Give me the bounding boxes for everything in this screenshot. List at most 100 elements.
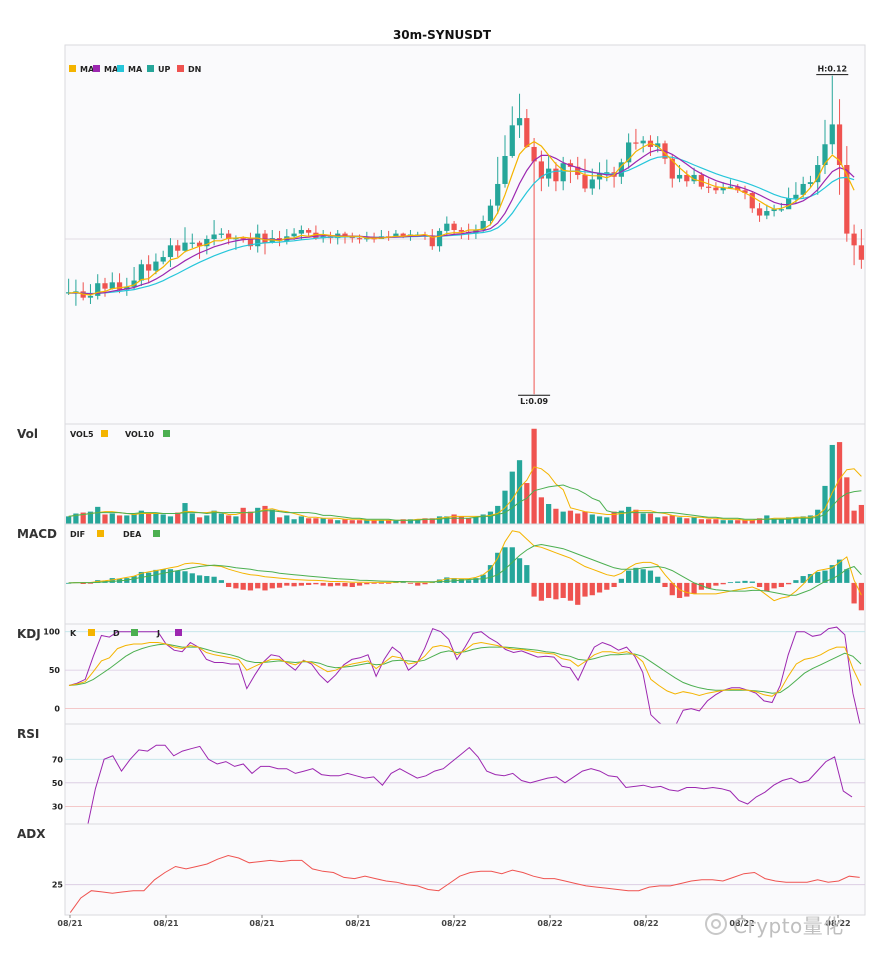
macd-histogram-bar — [793, 580, 799, 583]
macd-histogram-bar — [364, 582, 370, 585]
rsi-panel-frame — [64, 723, 866, 825]
macd-histogram-bar — [255, 582, 261, 589]
macd-histogram-bar — [378, 582, 384, 584]
macd-histogram-bar — [175, 570, 181, 583]
macd-histogram-bar — [684, 582, 690, 597]
macd-legend-swatch — [153, 530, 160, 537]
watermark: Crypto量化 — [705, 910, 844, 939]
macd-histogram-bar — [604, 582, 610, 590]
candle-body — [516, 118, 523, 126]
macd-histogram-bar — [218, 580, 224, 583]
candle-body — [87, 295, 94, 298]
macd-histogram-bar — [509, 547, 515, 583]
macd-histogram-bar — [306, 582, 312, 585]
macd-histogram-bar — [342, 582, 348, 587]
macd-histogram-bar — [735, 581, 741, 583]
macd-histogram-bar — [618, 578, 624, 583]
volume-bar — [371, 520, 377, 524]
volume-bar — [764, 515, 770, 524]
macd-legend-label: DIF — [70, 530, 85, 539]
volume-bar — [160, 514, 166, 524]
volume-bar — [604, 517, 610, 524]
volume-bar — [553, 508, 559, 524]
macd-histogram-bar — [146, 572, 152, 583]
x-tick-label: 08/21 — [153, 919, 179, 928]
candle-body — [633, 142, 639, 144]
macd-histogram-bar — [444, 577, 450, 583]
rsi-tick-label: 30 — [52, 802, 64, 811]
macd-histogram-bar — [160, 569, 166, 583]
macd-histogram-bar — [786, 582, 792, 585]
candle-body — [764, 211, 770, 216]
macd-histogram-bar — [276, 582, 283, 588]
candle-body — [509, 125, 515, 156]
x-tick-label: 08/22 — [633, 919, 658, 928]
macd-histogram-bar — [407, 582, 414, 584]
macd-histogram-bar — [771, 582, 777, 589]
macd-histogram-bar — [611, 582, 617, 588]
vol-legend-swatch — [163, 430, 170, 437]
kdj-legend-label: D — [113, 629, 120, 638]
price-legend-label: DN — [188, 65, 201, 74]
macd-histogram-bar — [291, 582, 297, 587]
candle-body — [502, 155, 508, 184]
kdj-tick-label: 100 — [43, 628, 60, 637]
volume-bar — [240, 507, 246, 524]
volume-bar — [218, 513, 224, 524]
macd-histogram-bar — [756, 582, 763, 588]
adx-panel-label: ADX — [17, 827, 46, 841]
macd-histogram-bar — [764, 582, 770, 592]
volume-bar — [742, 520, 748, 524]
volume-bar — [233, 516, 239, 524]
macd-histogram-bar — [247, 582, 254, 591]
candle-body — [138, 264, 144, 281]
macd-histogram-bar — [742, 580, 748, 583]
volume-bar — [793, 518, 799, 524]
watermark-logo-icon — [705, 913, 727, 935]
macd-histogram-bar — [516, 558, 523, 583]
volume-bar — [669, 515, 675, 524]
vol-legend-label: VOL5 — [70, 430, 94, 439]
kdj-legend-swatch — [88, 629, 95, 636]
volume-bar — [109, 513, 115, 524]
volume-bar — [298, 516, 304, 524]
candle-body — [589, 179, 595, 189]
vol-legend-swatch — [101, 430, 108, 437]
volume-bar — [255, 507, 261, 524]
price-legend-swatch — [147, 65, 154, 72]
price-legend-swatch — [69, 65, 76, 72]
candle-body — [713, 187, 719, 191]
candle-body — [444, 223, 450, 231]
volume-bar — [626, 506, 632, 524]
macd-histogram-bar — [298, 582, 304, 586]
volume-bar — [393, 520, 399, 524]
volume-bar — [531, 428, 537, 524]
kdj-legend-swatch — [175, 629, 182, 636]
candle-body — [524, 118, 530, 147]
macd-histogram-bar — [582, 582, 588, 597]
volume-bar — [735, 520, 741, 524]
macd-histogram-bar — [647, 570, 654, 583]
volume-panel-label: Vol — [17, 427, 38, 441]
kdj-panel-label: KDJ — [17, 627, 41, 641]
macd-histogram-bar — [691, 582, 697, 594]
volume-bar — [546, 504, 552, 524]
volume-bar — [204, 515, 210, 524]
adx-panel-frame — [64, 823, 866, 916]
macd-histogram-bar — [567, 582, 574, 601]
candle-body — [676, 174, 683, 179]
chart-root: 30m-SYNUSDT H:0.12 L:0.09 MA MA MA UP DN Vol VOL5… — [0, 0, 885, 950]
volume-bar — [589, 514, 595, 524]
candle-body — [146, 264, 152, 271]
price-legend-label: UP — [158, 65, 170, 74]
rsi-tick-label: 70 — [52, 755, 64, 764]
candle-body — [582, 174, 588, 189]
volume-bar — [720, 520, 726, 524]
candle-body — [218, 233, 224, 235]
macd-histogram-bar — [778, 582, 784, 588]
volume-bar — [320, 518, 326, 524]
volume-bar — [146, 513, 152, 524]
volume-bar — [851, 510, 857, 524]
volume-bar — [640, 513, 646, 524]
volume-bar — [167, 516, 174, 524]
